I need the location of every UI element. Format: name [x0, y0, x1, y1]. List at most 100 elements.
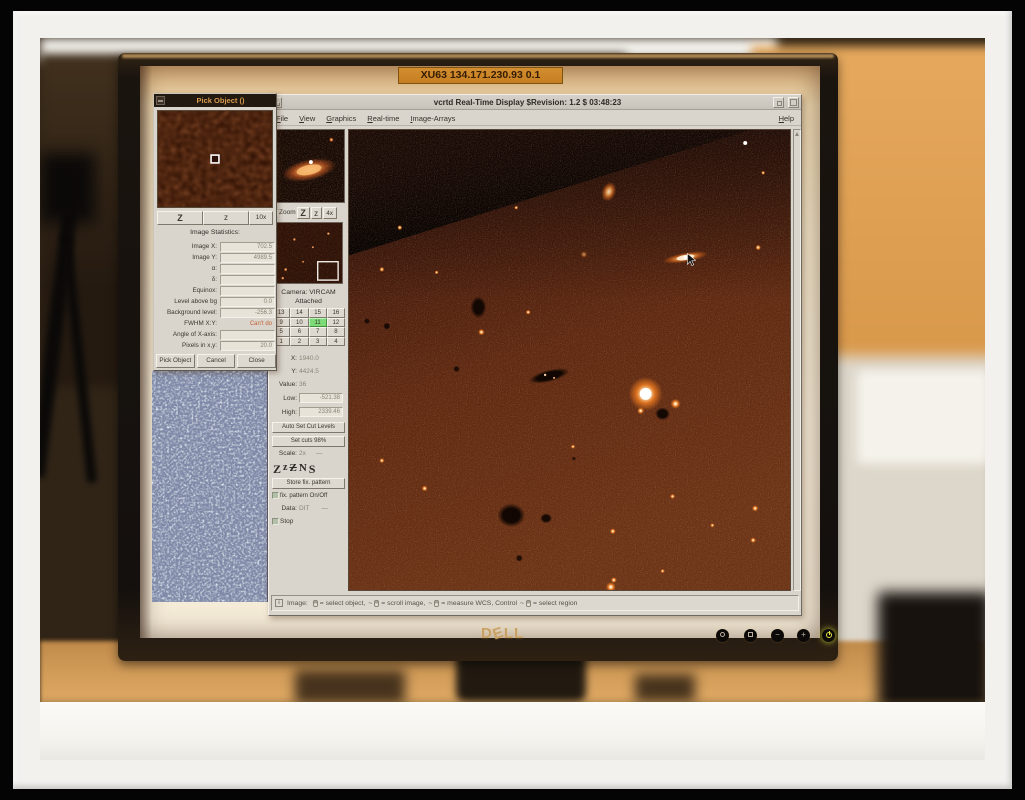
scroll-up-icon[interactable]: [795, 132, 799, 136]
menu-icon[interactable]: [744, 629, 757, 642]
detector-grid: 13 14 15 16 9 10 11 12 5 6 7 8 1: [272, 308, 345, 346]
mouse-button-icon: [374, 600, 379, 607]
stat-delta: δ:: [156, 274, 275, 285]
mouse-button-icon: [526, 600, 531, 607]
auto-set-cut-levels-button[interactable]: Auto Set Cut Levels: [272, 422, 345, 433]
pick-object-titlebar[interactable]: Pick Object (): [154, 94, 276, 107]
rtd-body: Zoom Z z 4x: [269, 126, 801, 615]
pos-y-readout: Y:4424.5: [269, 368, 348, 375]
rtd-control-panel: Zoom Z z 4x: [269, 126, 348, 615]
low-cut-input[interactable]: -521.38: [299, 393, 343, 403]
detector-4[interactable]: 4: [327, 337, 345, 347]
high-cut-input[interactable]: 2339.46: [299, 407, 343, 417]
scale-value-dropdown[interactable]: 2x: [299, 450, 306, 457]
detector-7[interactable]: 7: [309, 327, 327, 337]
detector-10[interactable]: 10: [290, 318, 308, 328]
pick-object-title: Pick Object (): [165, 96, 276, 105]
stat-equinox: Equinox:: [156, 285, 275, 296]
detector-14[interactable]: 14: [290, 308, 308, 318]
shadow-blob: [40, 153, 95, 223]
detector-15[interactable]: 15: [309, 308, 327, 318]
zoom-out-button[interactable]: z: [203, 211, 249, 225]
stat-fwhm: FWHM X:Y:Can't do: [156, 318, 275, 329]
pixel-value-readout: Value:36: [269, 381, 348, 388]
stop-checkbox[interactable]: [272, 518, 279, 525]
pan-view[interactable]: [273, 222, 343, 284]
cancel-button[interactable]: Cancel: [197, 354, 236, 368]
low-cut-row: Low: -521.38: [269, 393, 348, 403]
scale-fn-S-button[interactable]: S: [309, 462, 316, 477]
host-title-label: XU63 134.171.230.93 0.1: [398, 67, 563, 84]
data-source-dropdown[interactable]: DIT: [299, 505, 309, 512]
zoom-out-button[interactable]: z: [311, 207, 322, 219]
info-icon[interactable]: i: [275, 599, 283, 607]
brightness-down-icon[interactable]: −: [771, 629, 784, 642]
menu-file[interactable]: File: [276, 114, 288, 123]
blur-shapes: [295, 670, 405, 704]
menu-graphics[interactable]: Graphics: [326, 114, 356, 123]
high-cut-row: High: 2339.46: [269, 407, 348, 417]
detector-2[interactable]: 2: [290, 337, 308, 347]
close-button[interactable]: Close: [237, 354, 276, 368]
detector-12[interactable]: 12: [327, 318, 345, 328]
pick-zoom-controls: Z z 10x: [157, 211, 275, 225]
pick-object-button[interactable]: Pick Object: [156, 354, 195, 368]
pos-x-readout: X:1940.0: [269, 355, 348, 362]
detector-8[interactable]: 8: [327, 327, 345, 337]
desktop-pattern: [152, 371, 268, 602]
stat-image-x: Image X:702.5: [156, 241, 275, 252]
detector-6[interactable]: 6: [290, 327, 308, 337]
pick-object-buttons: Pick Object Cancel Close: [156, 354, 276, 368]
power-icon[interactable]: [822, 629, 835, 642]
mouse-button-icon: [434, 600, 439, 607]
rtd-window-title: vcrtd Real-Time Display $Revision: 1.2 $…: [284, 98, 771, 107]
scale-fn-Z-button[interactable]: Z: [273, 462, 281, 477]
fix-pattern-toggle-row: fix. pattern On/Off: [272, 492, 348, 499]
zoom-checkbox-label: Zoom: [279, 209, 296, 216]
minimize-button[interactable]: [773, 97, 784, 108]
menu-help[interactable]: Help: [779, 114, 794, 123]
stat-image-y: Image Y:4989.5: [156, 252, 275, 263]
dell-monitor: XU63 134.171.230.93 0.1: [118, 53, 838, 661]
image-canvas[interactable]: [348, 129, 791, 591]
store-fix-pattern-button[interactable]: Store fix. pattern: [272, 478, 345, 489]
photo-of-office: XU63 134.171.230.93 0.1: [40, 38, 985, 760]
dell-logo: DELL: [481, 625, 551, 642]
pick-object-magnified-view[interactable]: [157, 110, 273, 208]
rtd-titlebar[interactable]: vcrtd Real-Time Display $Revision: 1.2 $…: [269, 95, 801, 110]
brightness-up-icon[interactable]: +: [797, 629, 810, 642]
zoom-view[interactable]: [272, 129, 345, 203]
zoom-factor-button[interactable]: 4x: [323, 207, 337, 219]
zoom-in-button[interactable]: Z: [297, 207, 310, 219]
vertical-scrollbar[interactable]: [793, 129, 801, 591]
fix-pattern-checkbox[interactable]: [272, 492, 279, 499]
stat-alpha: α:: [156, 263, 275, 274]
maximize-button[interactable]: [788, 97, 799, 108]
scale-fn-Z2-button[interactable]: Z: [289, 462, 296, 477]
menu-image-arrays[interactable]: Image-Arrays: [410, 114, 455, 123]
camera-label: Camera: VIRCAM Attached: [269, 289, 348, 306]
stat-background-level: Background level:-256.3: [156, 307, 275, 318]
picture-frame: XU63 134.171.230.93 0.1: [13, 11, 1012, 789]
zoom-in-button[interactable]: Z: [157, 211, 203, 225]
scale-row: Scale: 2x —: [269, 450, 348, 457]
dark-object-bottom-right: [878, 592, 985, 712]
menu-real-time[interactable]: Real-time: [367, 114, 399, 123]
detector-3[interactable]: 3: [309, 337, 327, 347]
menu-view[interactable]: View: [299, 114, 315, 123]
stat-angle-x-axis: Angle of X-axis:: [156, 329, 275, 340]
set-cuts-button[interactable]: Set cuts 98%: [272, 436, 345, 447]
scale-fn-z-button[interactable]: z: [283, 462, 287, 477]
mouse-button-icon: [313, 600, 318, 607]
detector-16[interactable]: 16: [327, 308, 345, 318]
zoom-factor-button[interactable]: 10x: [249, 211, 273, 225]
scale-function-buttons: Z z Z N S: [273, 462, 315, 477]
monitor-screen: XU63 134.171.230.93 0.1: [140, 66, 820, 638]
printer-blur: [857, 370, 985, 464]
input-select-icon[interactable]: [716, 629, 729, 642]
zoom-controls: Zoom Z z 4x: [271, 206, 347, 219]
window-menu-button[interactable]: [156, 96, 165, 105]
stop-toggle-row: Stop: [272, 518, 348, 525]
detector-11-selected[interactable]: 11: [309, 318, 327, 328]
scale-fn-N-button[interactable]: N: [299, 462, 307, 477]
